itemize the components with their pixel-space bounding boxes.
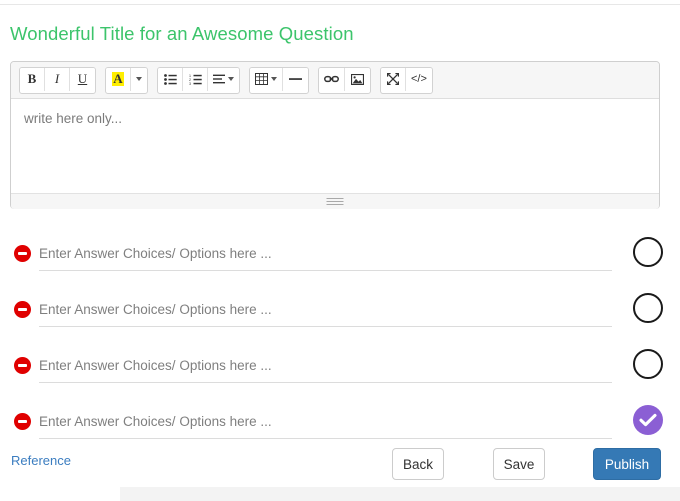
horizontal-rule-button[interactable] (283, 68, 308, 91)
footer-background (120, 487, 680, 501)
fullscreen-button[interactable] (381, 68, 406, 91)
option-input[interactable] (39, 408, 612, 439)
insert-link-button[interactable] (319, 68, 345, 91)
toolbar-group-view: </> (380, 67, 433, 94)
remove-circle-icon[interactable] (14, 413, 31, 430)
unordered-list-button[interactable] (158, 68, 183, 91)
svg-text:3: 3 (189, 82, 191, 85)
image-icon (351, 74, 364, 85)
code-view-button[interactable]: </> (406, 68, 432, 91)
toolbar-group-font-color: A (105, 67, 148, 94)
toolbar-group-lists: 1 2 3 (157, 67, 240, 94)
option-row (0, 349, 680, 405)
horizontal-rule-icon (289, 74, 302, 84)
bold-button[interactable]: B (20, 68, 45, 91)
answer-options-list (0, 237, 680, 461)
chevron-down-icon (228, 77, 234, 81)
option-input[interactable] (39, 240, 612, 271)
resize-grip[interactable] (327, 198, 344, 207)
check-icon (639, 413, 657, 427)
numbered-list-icon: 1 2 3 (189, 74, 202, 85)
table-dropdown-button[interactable] (250, 68, 283, 91)
table-icon (255, 73, 268, 85)
link-icon (324, 74, 339, 84)
bullet-list-icon (164, 74, 177, 85)
toolbar-group-insert-media (318, 67, 371, 94)
font-color-button[interactable]: A (106, 68, 131, 91)
chevron-down-icon (136, 77, 142, 81)
editor-toolbar: B I U A (11, 62, 659, 99)
publish-button[interactable]: Publish (593, 448, 661, 480)
option-select-radio-selected[interactable] (633, 405, 663, 435)
remove-circle-icon[interactable] (14, 357, 31, 374)
font-color-icon: A (112, 72, 123, 86)
option-select-radio[interactable] (633, 237, 663, 267)
rich-text-editor: B I U A (10, 61, 660, 209)
font-color-dropdown[interactable] (131, 68, 147, 91)
toolbar-group-text-style: B I U (19, 67, 96, 94)
chevron-down-icon (271, 77, 277, 81)
align-left-icon (213, 74, 225, 84)
underline-button[interactable]: U (70, 68, 95, 91)
footer-bar: Reference Back Save Publish (0, 445, 680, 501)
italic-button[interactable]: I (45, 68, 70, 91)
editor-placeholder: write here only... (24, 111, 646, 126)
option-row (0, 237, 680, 293)
option-select-radio[interactable] (633, 349, 663, 379)
option-input[interactable] (39, 352, 612, 383)
align-dropdown-button[interactable] (208, 68, 239, 91)
fullscreen-icon (387, 73, 399, 85)
reference-link[interactable]: Reference (11, 453, 71, 468)
insert-image-button[interactable] (345, 68, 370, 91)
option-input[interactable] (39, 296, 612, 327)
top-divider (0, 4, 680, 5)
ordered-list-button[interactable]: 1 2 3 (183, 68, 208, 91)
option-select-radio[interactable] (633, 293, 663, 323)
editor-footer (11, 193, 659, 209)
editor-content-area[interactable]: write here only... (11, 99, 659, 193)
back-button[interactable]: Back (392, 448, 444, 480)
option-row (0, 293, 680, 349)
page-title: Wonderful Title for an Awesome Question (10, 23, 354, 45)
remove-circle-icon[interactable] (14, 245, 31, 262)
save-button[interactable]: Save (493, 448, 545, 480)
toolbar-group-insert-block (249, 67, 309, 94)
question-editor-page: Wonderful Title for an Awesome Question … (0, 0, 680, 501)
remove-circle-icon[interactable] (14, 301, 31, 318)
